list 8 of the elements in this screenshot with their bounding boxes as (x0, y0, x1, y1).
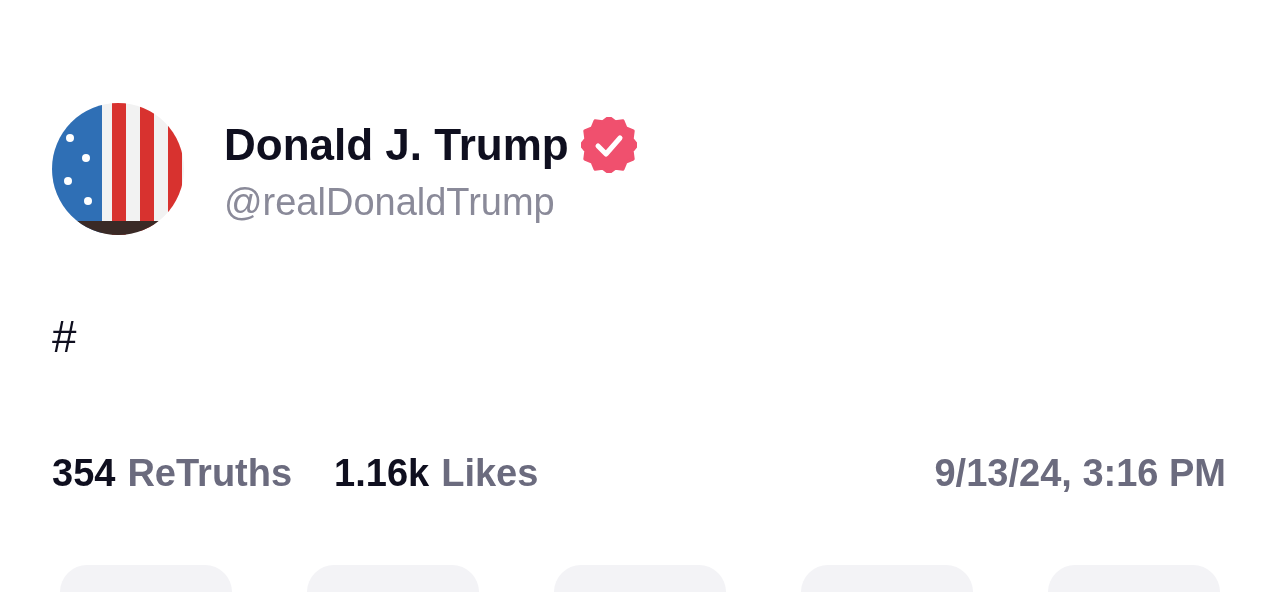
stat-count: 1.16k (334, 451, 430, 496)
stat-label[interactable]: Likes (441, 450, 539, 496)
stat-label[interactable]: ReTruths (127, 450, 293, 496)
user-handle: @realDonaldTrump (224, 180, 556, 225)
stat-count: 354 (52, 451, 116, 496)
post-text: # (52, 312, 77, 362)
display-name: Donald J. Trump (224, 119, 569, 171)
timestamp: 9/13/24, 3:16 PM (934, 451, 1226, 496)
